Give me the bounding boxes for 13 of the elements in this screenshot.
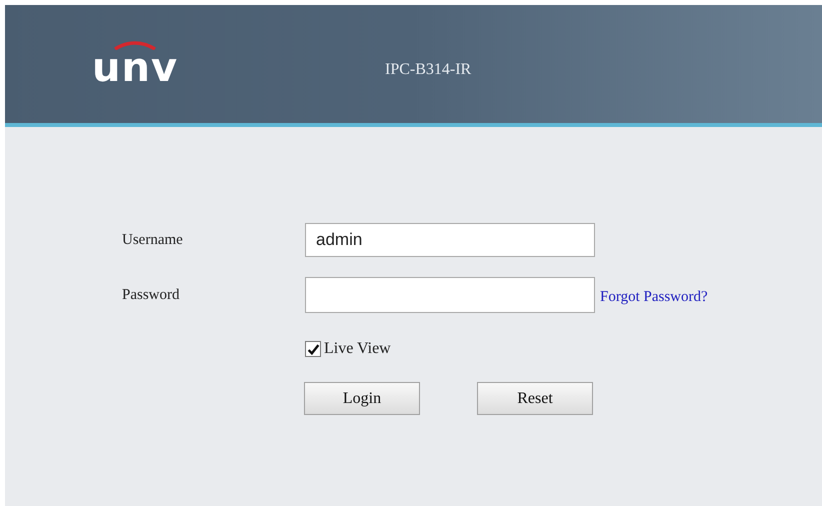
forgot-password-link[interactable]: Forgot Password? — [600, 286, 822, 308]
logo: unv — [92, 48, 178, 88]
logo-arc-icon — [113, 40, 157, 50]
live-view-label: Live View — [324, 339, 391, 359]
device-model: IPC-B314-IR — [385, 60, 472, 80]
form-button[interactable]: Login — [304, 382, 420, 415]
username-field[interactable]: admin — [305, 223, 595, 257]
password-label: Password — [122, 286, 181, 305]
username-label: Username — [122, 230, 184, 250]
checkmark-icon — [306, 342, 320, 356]
live-view-checkbox[interactable] — [305, 341, 321, 357]
password-field[interactable] — [305, 277, 595, 313]
form-button[interactable]: Reset — [477, 382, 593, 415]
